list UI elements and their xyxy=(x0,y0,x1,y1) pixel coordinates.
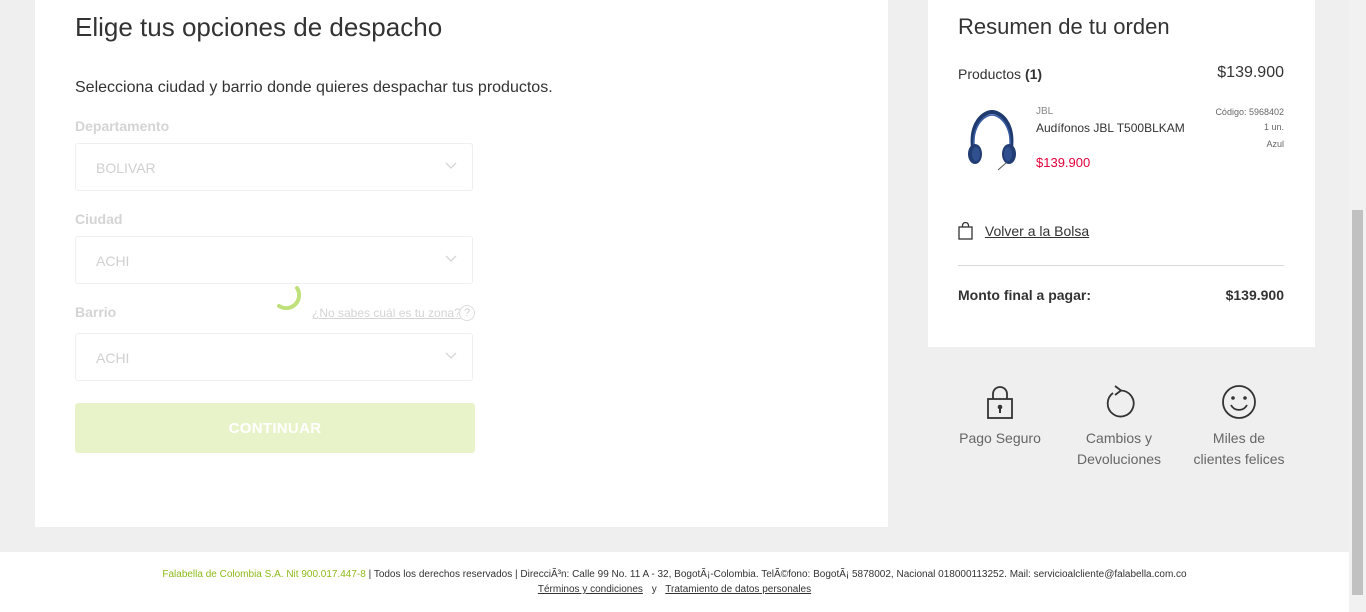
final-amount-value: $139.900 xyxy=(1225,287,1284,303)
product-name: Audífonos JBL T500BLKAM xyxy=(1036,121,1185,135)
footer-rights: Todos los derechos reservados xyxy=(373,569,513,580)
product-color: Azul xyxy=(1266,139,1284,149)
city-select[interactable]: ACHI xyxy=(75,236,473,284)
order-summary-panel: Resumen de tu orden Productos (1) $139.9… xyxy=(928,0,1315,347)
final-amount-label: Monto final a pagar: xyxy=(958,287,1091,303)
privacy-link[interactable]: Tratamiento de datos personales xyxy=(665,584,811,595)
summary-title: Resumen de tu orden xyxy=(958,14,1170,39)
badge-label: clientes felices xyxy=(1193,451,1285,467)
back-to-bag-label: Volver a la Bolsa xyxy=(984,223,1090,240)
neighborhood-select[interactable]: ACHI xyxy=(75,333,473,381)
department-select[interactable]: BOLIVAR xyxy=(75,143,473,191)
badge-label: Pago Seguro xyxy=(959,430,1041,446)
product-price: $139.900 xyxy=(1036,155,1091,170)
help-icon[interactable]: ? xyxy=(459,305,475,321)
department-label: Departamento xyxy=(75,118,170,134)
trust-badges: Pago Seguro Cambios y Devoluciones Miles… xyxy=(940,380,1300,480)
shipping-instructions: Selecciona ciudad y barrio donde quieres… xyxy=(75,79,553,96)
footer-separator: | xyxy=(365,569,374,580)
neighborhood-value: ACHI xyxy=(96,350,130,366)
loading-spinner-icon xyxy=(277,286,302,310)
badge-label: Miles de xyxy=(1212,430,1266,446)
chevron-down-icon xyxy=(445,162,457,169)
neighborhood-label: Barrio xyxy=(75,304,117,320)
shopping-bag-icon xyxy=(958,222,973,240)
chevron-down-icon xyxy=(445,352,457,359)
product-brand: JBL xyxy=(1036,106,1054,117)
scrollbar-thumb[interactable] xyxy=(1352,210,1363,595)
badge-label: Devoluciones xyxy=(1076,451,1162,467)
footer-links-line: Términos y condiciones y Tratamiento de … xyxy=(0,584,1349,595)
city-value: ACHI xyxy=(96,253,130,269)
terms-link[interactable]: Términos y condiciones xyxy=(538,584,643,595)
products-total: $139.900 xyxy=(1217,64,1284,81)
badge-returns: Cambios y Devoluciones xyxy=(1059,384,1179,470)
chevron-down-icon xyxy=(445,255,457,262)
products-row: Productos (1) $139.900 xyxy=(958,64,1284,82)
products-count: (1) xyxy=(1024,66,1043,82)
footer-info-line: Falabella de Colombia S.A. Nit 900.017.4… xyxy=(0,569,1349,580)
footer: Falabella de Colombia S.A. Nit 900.017.4… xyxy=(0,552,1349,612)
refresh-icon xyxy=(1106,385,1135,418)
badge-secure-payment: Pago Seguro xyxy=(940,384,1060,449)
product-code: Código: 5968402 xyxy=(1215,107,1284,117)
continue-button[interactable]: CONTINUAR xyxy=(75,403,475,453)
zone-help-link[interactable]: ¿No sabes cuál es tu zona? xyxy=(312,306,461,320)
footer-company: Falabella de Colombia S.A. Nit 900.017.4… xyxy=(162,569,366,580)
lock-icon xyxy=(987,386,1013,419)
footer-address: DirecciÃ³n: Calle 99 No. 11 A - 32, Bogo… xyxy=(520,569,1187,580)
back-to-bag-link[interactable]: Volver a la Bolsa xyxy=(958,222,1089,240)
summary-divider xyxy=(958,265,1284,266)
shipping-options-panel: Elige tus opciones de despacho Seleccion… xyxy=(35,0,888,527)
badge-label: Cambios y xyxy=(1085,430,1153,446)
department-value: BOLIVAR xyxy=(96,160,156,176)
footer-and: y xyxy=(651,584,657,595)
product-quantity: 1 un. xyxy=(1263,122,1284,132)
final-amount-row: Monto final a pagar: $139.900 xyxy=(958,287,1284,303)
smiley-icon xyxy=(1222,385,1256,419)
page-title: Elige tus opciones de despacho xyxy=(75,12,443,42)
products-label: Productos xyxy=(958,66,1022,82)
city-label: Ciudad xyxy=(75,211,123,227)
page-scrollbar[interactable] xyxy=(1349,0,1366,612)
headphones-image xyxy=(968,109,1016,171)
badge-happy-clients: Miles de clientes felices xyxy=(1179,384,1299,470)
